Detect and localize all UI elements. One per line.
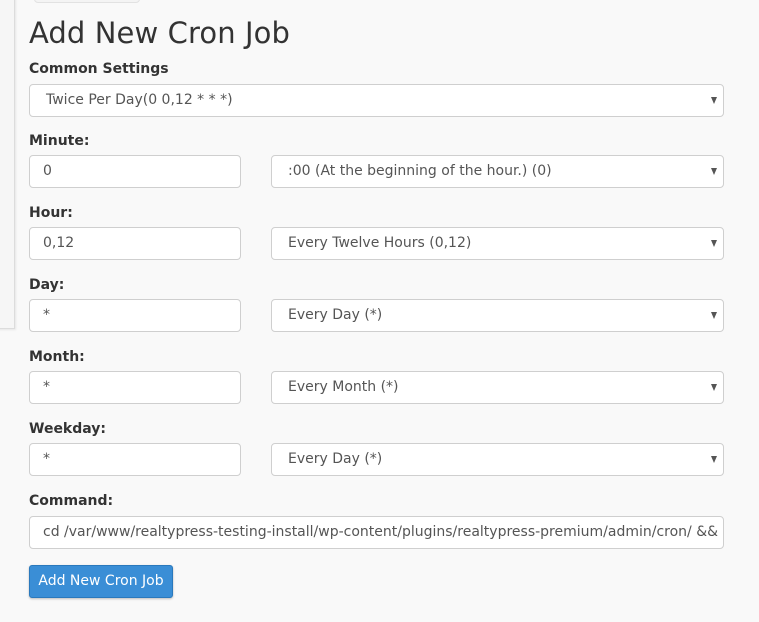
command-group: Command: cd /var/www/realtypress-testing… bbox=[29, 492, 724, 549]
month-group: Month: * Every Month (*) bbox=[29, 348, 724, 404]
common-settings-select[interactable]: Twice Per Day(0 0,12 * * *) bbox=[29, 84, 724, 117]
add-cron-job-form: Add New Cron Job Common Settings Twice P… bbox=[29, 14, 724, 598]
common-settings-group: Common Settings Twice Per Day(0 0,12 * *… bbox=[29, 60, 724, 117]
month-label: Month: bbox=[29, 349, 85, 365]
month-input[interactable]: * bbox=[29, 371, 241, 404]
weekday-label: Weekday: bbox=[29, 421, 107, 437]
day-group: Day: * Every Day (*) bbox=[29, 276, 724, 332]
month-select[interactable]: Every Month (*) bbox=[271, 371, 724, 404]
caret-down-icon bbox=[711, 240, 717, 247]
common-settings-value: Twice Per Day(0 0,12 * * *) bbox=[46, 92, 233, 108]
day-select[interactable]: Every Day (*) bbox=[271, 299, 724, 332]
weekday-select-value: Every Day (*) bbox=[288, 451, 383, 467]
hour-label: Hour: bbox=[29, 205, 73, 221]
weekday-input[interactable]: * bbox=[29, 443, 241, 476]
caret-down-icon bbox=[711, 384, 717, 391]
hour-select-value: Every Twelve Hours (0,12) bbox=[288, 235, 472, 251]
command-label: Command: bbox=[29, 493, 114, 509]
weekday-select[interactable]: Every Day (*) bbox=[271, 443, 724, 476]
hour-group: Hour: 0,12 Every Twelve Hours (0,12) bbox=[29, 204, 724, 260]
minute-select-value: :00 (At the beginning of the hour.) (0) bbox=[288, 163, 552, 179]
month-select-value: Every Month (*) bbox=[288, 379, 399, 395]
day-select-value: Every Day (*) bbox=[288, 307, 383, 323]
hour-select[interactable]: Every Twelve Hours (0,12) bbox=[271, 227, 724, 260]
command-input[interactable]: cd /var/www/realtypress-testing-install/… bbox=[29, 516, 724, 549]
day-input[interactable]: * bbox=[29, 299, 241, 332]
day-label: Day: bbox=[29, 277, 65, 293]
minute-label: Minute: bbox=[29, 133, 90, 149]
caret-down-icon bbox=[711, 97, 717, 104]
caret-down-icon bbox=[711, 456, 717, 463]
caret-down-icon bbox=[711, 312, 717, 319]
top-tab-edge bbox=[34, 0, 140, 3]
add-new-cron-job-button[interactable]: Add New Cron Job bbox=[29, 565, 173, 598]
page-title: Add New Cron Job bbox=[29, 16, 291, 50]
hour-input[interactable]: 0,12 bbox=[29, 227, 241, 260]
caret-down-icon bbox=[711, 168, 717, 175]
minute-input[interactable]: 0 bbox=[29, 155, 241, 188]
minute-select[interactable]: :00 (At the beginning of the hour.) (0) bbox=[271, 155, 724, 188]
minute-group: Minute: 0 :00 (At the beginning of the h… bbox=[29, 132, 724, 188]
weekday-group: Weekday: * Every Day (*) bbox=[29, 420, 724, 476]
left-sidebar-panel bbox=[0, 0, 15, 329]
common-settings-label: Common Settings bbox=[29, 61, 169, 77]
